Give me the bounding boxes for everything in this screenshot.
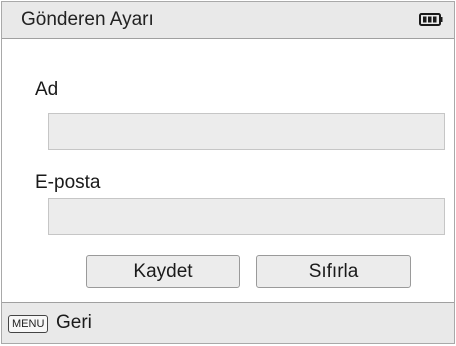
name-label: Ad [35, 79, 59, 100]
page-title: Gönderen Ayarı [21, 9, 154, 30]
title-bar: Gönderen Ayarı [2, 2, 454, 39]
email-field[interactable] [48, 198, 445, 235]
back-label[interactable]: Geri [56, 312, 92, 334]
save-button[interactable]: Kaydet [86, 255, 240, 288]
reset-button[interactable]: Sıfırla [256, 255, 411, 288]
menu-key-icon[interactable]: MENU [8, 315, 49, 333]
battery-full-icon [419, 13, 443, 26]
bottom-bar: MENU Geri [2, 302, 454, 343]
email-label: E-posta [35, 172, 101, 193]
sender-settings-screen: Gönderen Ayarı Ad E-posta Kaydet Sıfırla… [1, 1, 455, 344]
name-field[interactable] [48, 113, 445, 150]
